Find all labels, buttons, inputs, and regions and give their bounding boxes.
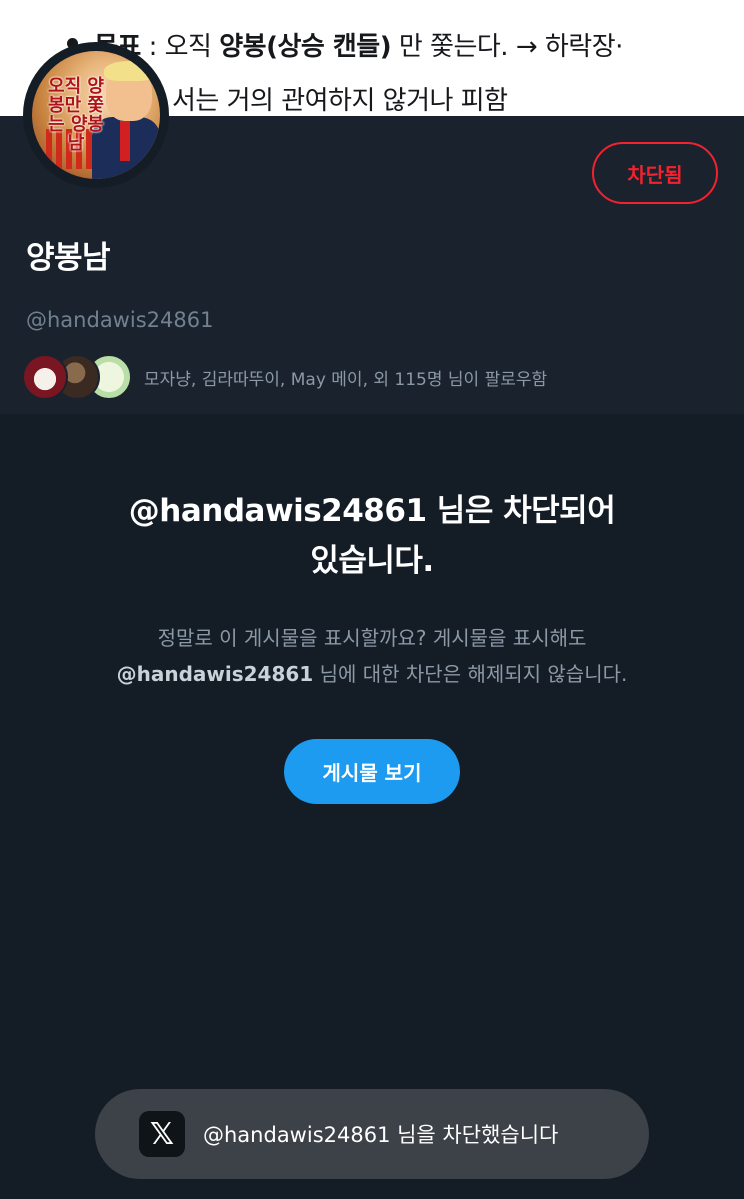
user-handle: @handawis24861 <box>26 308 214 332</box>
blocked-desc-rest: 님에 대한 차단은 해제되지 않습니다. <box>313 662 628 686</box>
banner-bold-text: 양봉(상승 캔들) <box>219 32 392 62</box>
blocked-title-line-2: 있습니다. <box>310 543 434 579</box>
blocked-desc-line-2: @handawis24861 님에 대한 차단은 해제되지 않습니다. <box>60 656 684 692</box>
followers-known[interactable]: 모자냥, 김라따뚜이, May 메이, 외 115명 님이 팔로우함 <box>22 352 547 402</box>
avatar-tie <box>120 121 130 161</box>
view-post-button[interactable]: 게시물 보기 <box>284 739 460 804</box>
blocked-desc-line-1: 정말로 이 게시물을 표시할까요? 게시물을 표시해도 <box>157 626 587 650</box>
banner-line-2: 서는 거의 관여하지 않거나 피함 <box>172 86 508 116</box>
followers-text: 모자냥, 김라따뚜이, May 메이, 외 115명 님이 팔로우함 <box>144 369 548 390</box>
banner-line-1: 목표 : 오직 양봉(상승 캔들) 만 쫓는다. → 하락장· <box>70 26 623 63</box>
banner-text-b: 만 쫓는다. → 하락장· <box>391 32 624 62</box>
toast-notification: 𝕏 @handawis24861 님을 차단했습니다 <box>95 1089 649 1179</box>
follower-avatar <box>22 354 68 400</box>
avatar-image: 오직 양봉만 쫓는 양봉남 <box>32 51 160 179</box>
x-logo-icon: 𝕏 <box>139 1111 185 1157</box>
avatar-text: 오직 양봉만 쫓는 양봉남 <box>48 76 104 154</box>
toast-message: @handawis24861 님을 차단했습니다 <box>203 1123 559 1147</box>
blocked-desc-handle: @handawis24861 <box>116 662 314 686</box>
blocked-title-line-1: @handawis24861 님은 차단되어 <box>128 493 616 529</box>
profile-avatar[interactable]: 오직 양봉만 쫓는 양봉남 <box>23 42 169 188</box>
blocked-title: @handawis24861 님은 차단되어 있습니다. <box>80 486 664 586</box>
display-name: 양봉남 <box>26 240 111 276</box>
blocked-description: 정말로 이 게시물을 표시할까요? 게시물을 표시해도 @handawis248… <box>60 620 684 692</box>
banner-text-a: : 오직 <box>140 32 220 62</box>
blocked-button[interactable]: 차단됨 <box>592 142 718 204</box>
